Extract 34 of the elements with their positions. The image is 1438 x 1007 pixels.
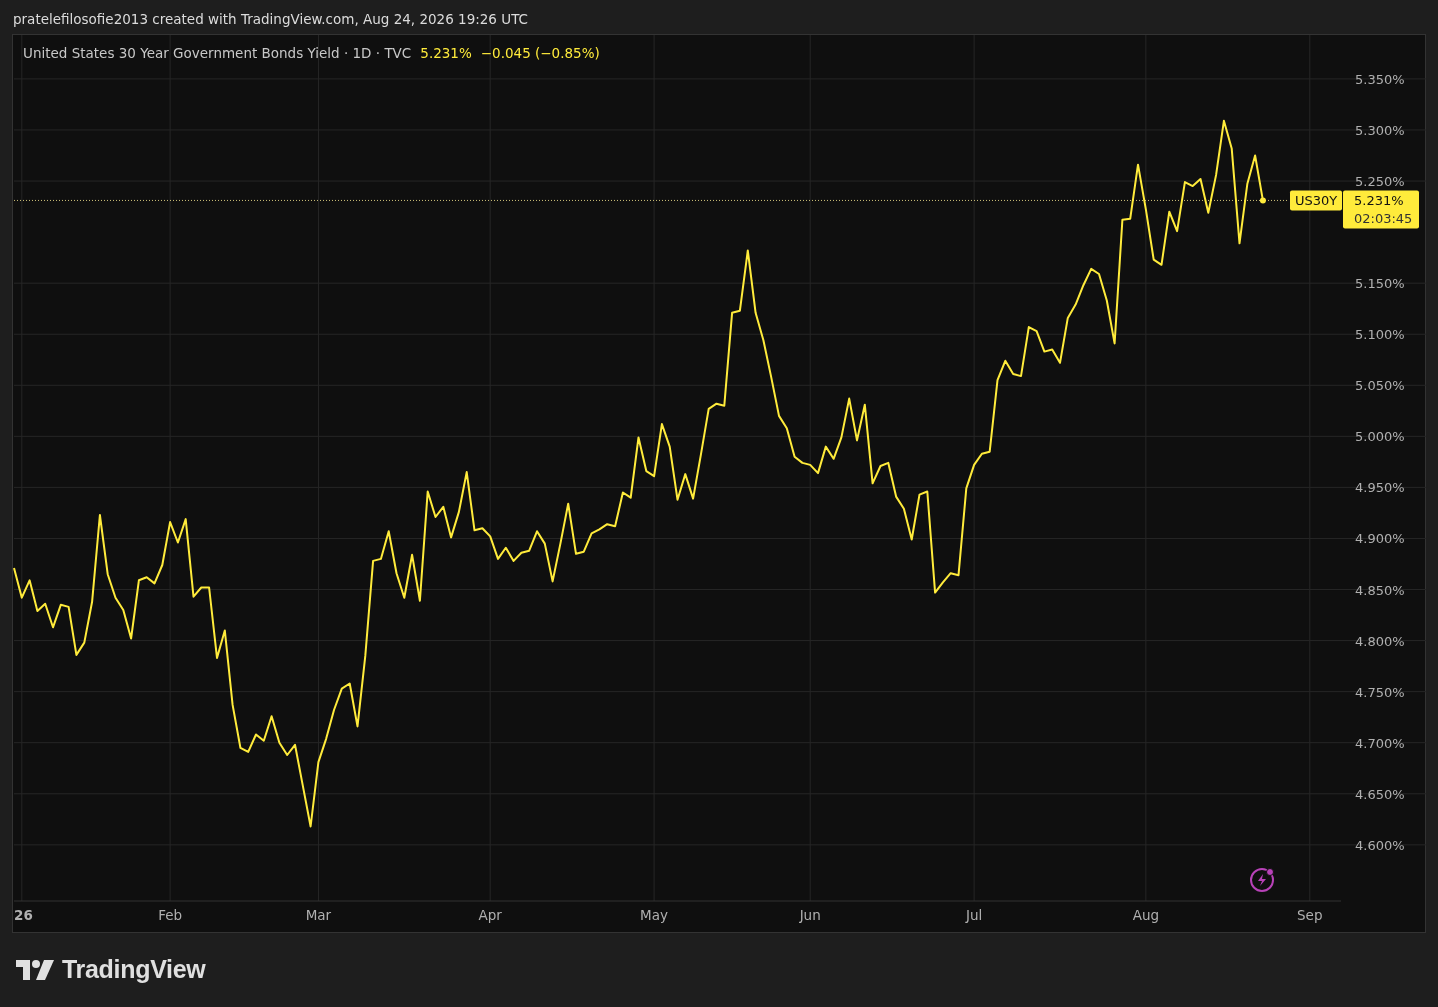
y-axis-label: 5.350% — [1355, 71, 1405, 87]
y-axis-label: 5.300% — [1355, 122, 1405, 138]
y-axis-label: 4.850% — [1355, 582, 1405, 598]
lightning-icon[interactable] — [1250, 868, 1274, 892]
x-axis-label: Sep — [1297, 907, 1323, 923]
y-axis-label: 4.800% — [1355, 633, 1405, 649]
y-axis-label: 4.900% — [1355, 531, 1405, 547]
x-axis-label: Jul — [966, 907, 983, 923]
y-axis-label: 5.250% — [1355, 174, 1405, 190]
x-axis-label: Feb — [158, 907, 183, 923]
x-axis-label: 26 — [14, 907, 33, 923]
y-axis-label: 5.100% — [1355, 327, 1405, 343]
x-axis-label: Apr — [478, 907, 502, 923]
y-axis-label: 5.150% — [1355, 276, 1405, 292]
price-label: 5.231% 02:03:45 — [1343, 190, 1419, 229]
y-axis-label: 5.000% — [1355, 429, 1405, 445]
last-price: 5.231% — [420, 45, 472, 61]
chart-caption: pratelefilosofie2013 created with TradingView.com, Aug 24, 2026 19:26 UTC — [12, 10, 529, 29]
x-axis-label: Jun — [799, 907, 821, 923]
y-axis-label: 4.700% — [1355, 735, 1405, 751]
y-axis-label: 4.950% — [1355, 480, 1405, 496]
symbol-title: United States 30 Year Government Bonds Yield · 1D · TVC — [23, 45, 412, 61]
last-point-icon — [1259, 197, 1266, 204]
ticker-label: US30Y — [1290, 190, 1342, 211]
x-axis-label: May — [640, 907, 669, 923]
price-change: −0.045 (−0.85%) — [480, 45, 600, 61]
y-axis-label: 5.050% — [1355, 378, 1405, 394]
brand-name: TradingView — [62, 955, 206, 984]
y-axis-label: 4.750% — [1355, 684, 1405, 700]
logo-icon — [16, 959, 54, 980]
x-axis-label: Aug — [1132, 907, 1160, 923]
y-axis-label: 4.650% — [1355, 786, 1405, 802]
x-axis-label: Mar — [305, 907, 332, 923]
y-axis-label: 4.600% — [1355, 837, 1405, 853]
